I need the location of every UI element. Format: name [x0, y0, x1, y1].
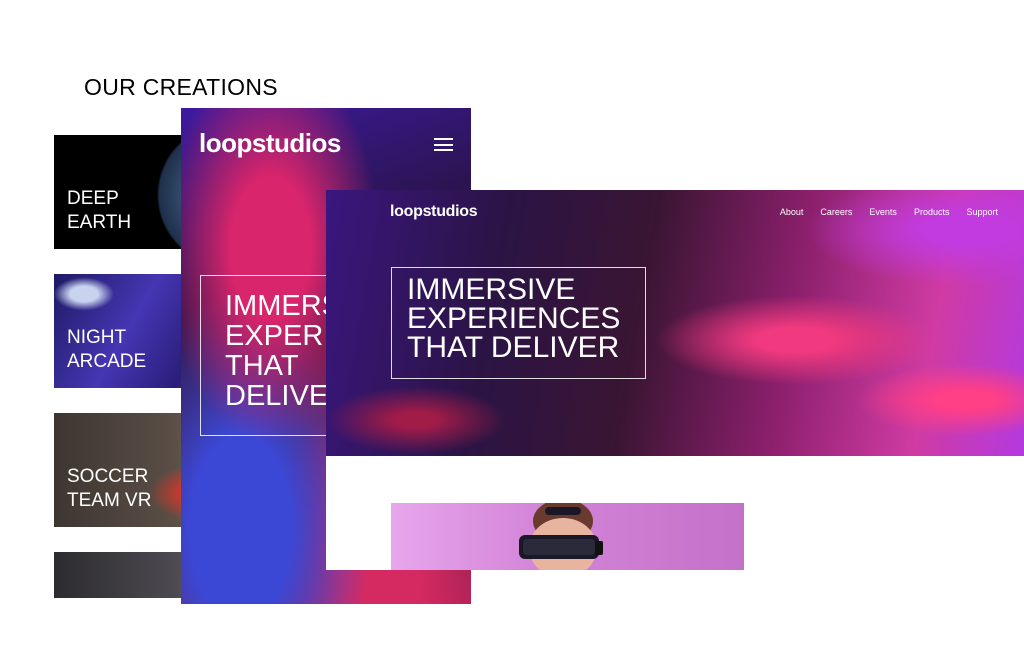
logo[interactable]: loopstudios [390, 203, 478, 221]
feature-image [391, 503, 744, 570]
desktop-mockup: loopstudios About Careers Events Product… [326, 190, 1024, 570]
nav-support[interactable]: Support [966, 207, 998, 217]
card-label: NIGHT ARCADE [67, 327, 147, 372]
card-label: SOCCER TEAM VR [67, 466, 152, 511]
nav-products[interactable]: Products [914, 207, 950, 217]
section-title: OUR CREATIONS [84, 74, 278, 100]
nav-events[interactable]: Events [869, 207, 897, 217]
main-nav: About Careers Events Products Support [780, 207, 998, 217]
logo[interactable]: loopstudios [199, 128, 341, 159]
nav-about[interactable]: About [780, 207, 804, 217]
nav-careers[interactable]: Careers [820, 207, 852, 217]
card-label: DEEP EARTH [67, 188, 132, 233]
showcase-canvas: OUR CREATIONS DEEP EARTH NIGHT ARCADE SO… [0, 0, 1024, 652]
vr-headset-person-icon [519, 503, 603, 570]
hamburger-icon[interactable] [434, 138, 453, 151]
hero-section: loopstudios About Careers Events Product… [326, 190, 1024, 456]
hero-heading: IMMERSIVE EXPERIENCES THAT DELIVER [407, 273, 621, 364]
